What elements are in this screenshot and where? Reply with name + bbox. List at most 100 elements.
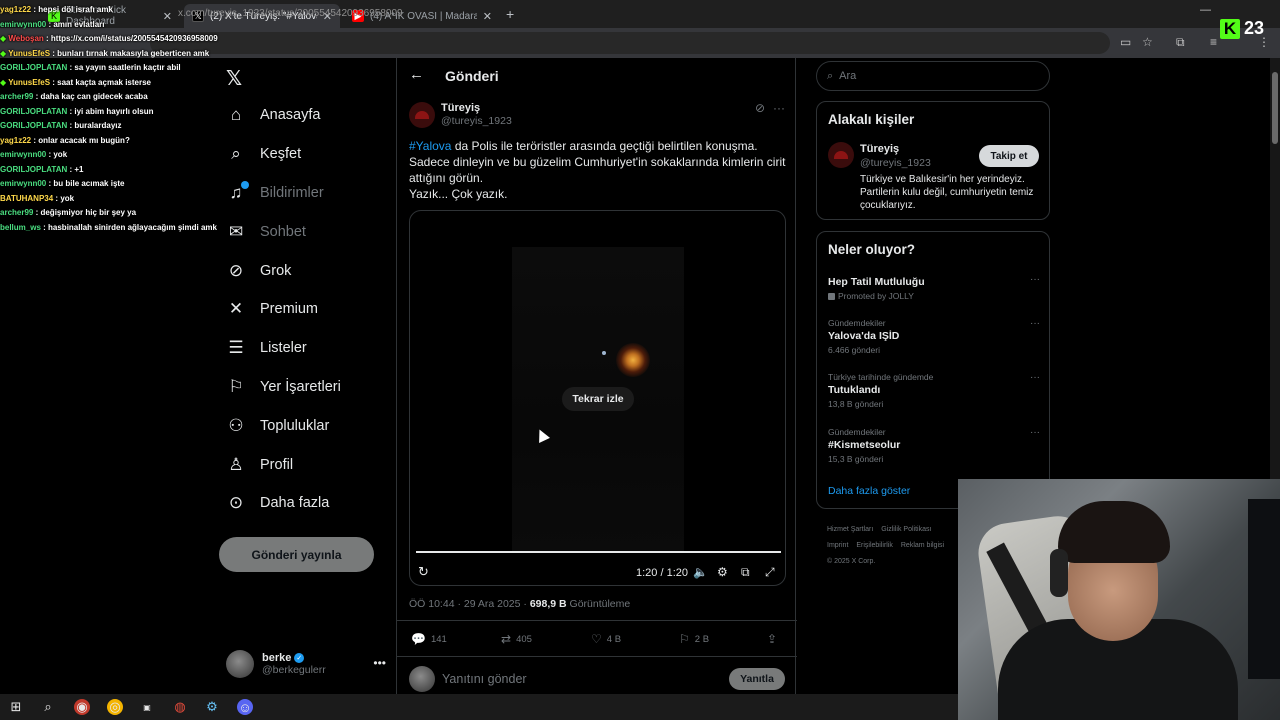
repost-icon: ⇄ [501, 632, 512, 646]
headset [1050, 549, 1068, 597]
video-progress-bar[interactable] [416, 551, 781, 553]
sidebar-item-communities[interactable]: ⚇ Topluluklar [224, 406, 394, 445]
steam-icon[interactable]: ⚙ [204, 699, 220, 715]
sidebar-item-premium[interactable]: ✕ Premium [224, 290, 394, 329]
footer-link[interactable]: Hizmet Şartları [827, 526, 873, 533]
follow-button[interactable]: Takip et [979, 145, 1039, 167]
settings-gear-icon[interactable]: ⚙ [717, 565, 728, 579]
windows-start-icon[interactable]: ⊞ [8, 699, 24, 715]
new-tab-button[interactable]: + [506, 6, 514, 22]
chat-username: YunusEfeS [8, 77, 51, 87]
tweet-time[interactable]: ÖÖ 10:44 · 29 Ara 2025 · [409, 598, 530, 610]
footer-link[interactable]: Gizlilik Politikası [881, 526, 931, 533]
avatar [409, 666, 435, 692]
tweet-author-handle[interactable]: @tureyis_1923 [441, 115, 512, 127]
trend-context: Türkiye tarihinde gündemde [828, 372, 934, 382]
trend-item[interactable]: Gündemdekiler #Kismetseolur 15,3 B gönde… [828, 427, 1040, 464]
related-avatar[interactable] [828, 142, 854, 168]
show-more-link[interactable]: Daha fazla göster [828, 485, 910, 497]
post-button[interactable]: Gönderi yayınla [219, 537, 374, 572]
heart-icon: ♡ [591, 632, 602, 646]
grok-icon[interactable]: ⊘ [755, 101, 765, 115]
bookmark-icon: ⚐ [228, 376, 244, 396]
related-handle[interactable]: @tureyis_1923 [860, 157, 931, 169]
more-dots-icon[interactable]: ··· [1030, 318, 1040, 329]
video-player[interactable]: Tekrar izle ↻ 1:20 / 1:20 🔈 ⚙ ⧉ ⤢ [409, 210, 786, 586]
chat-message: BATUHANP34 : yok [0, 192, 230, 207]
tweet-author-name[interactable]: Türeyiş [441, 102, 480, 114]
cast-icon[interactable]: ▭ [1120, 35, 1131, 49]
related-name[interactable]: Türeyiş [860, 143, 899, 155]
sidebar-item-home[interactable]: ⌂ Anasayfa [224, 96, 394, 135]
reply-button[interactable]: Yanıtla [729, 668, 785, 690]
obs-icon[interactable]: ◍ [172, 699, 188, 715]
bookmark-action[interactable]: ⚐ 2 B [679, 632, 709, 646]
trend-count: 6.466 gönderi [828, 345, 880, 355]
replay-icon[interactable]: ↻ [418, 564, 429, 580]
more-dots-icon[interactable]: ··· [1030, 274, 1040, 285]
sidebar-item-profile[interactable]: ♙ Profil [224, 445, 394, 484]
trend-title: #Kismetseolur [828, 439, 901, 451]
sidebar-item-bookmarks[interactable]: ⚐ Yer İşaretleri [224, 368, 394, 407]
sidebar-item-messages[interactable]: ✉ Sohbet [224, 212, 394, 251]
url-field[interactable] [150, 32, 1110, 54]
star-icon[interactable]: ☆ [1142, 35, 1153, 49]
more-dots-icon[interactable]: ··· [1030, 372, 1040, 383]
search-input[interactable]: ⌕ Ara [816, 61, 1050, 91]
more-dots-icon[interactable]: ··· [773, 101, 785, 115]
pip-icon[interactable]: ⧉ [741, 565, 750, 580]
sidebar-item-notifications[interactable]: ♫ Bildirimler [224, 174, 394, 213]
more-dots-icon[interactable]: ••• [373, 656, 386, 670]
extensions-icon[interactable]: ⧉ [1176, 35, 1185, 50]
sidebar-item-grok[interactable]: ⊘ Grok [224, 251, 394, 290]
hashtag-link[interactable]: #Yalova [409, 139, 451, 153]
scrollbar-thumb[interactable] [1272, 72, 1278, 144]
trend-context: Gündemdekiler [828, 427, 886, 437]
trend-item[interactable]: Gündemdekiler Yalova'da IŞİD 6.466 gönde… [828, 318, 1040, 355]
like-action[interactable]: ♡ 4 B [591, 632, 621, 646]
trend-title: Hep Tatil Mutluluğu [828, 276, 925, 288]
chat-username: GORILJOPLATAN [0, 106, 68, 116]
repost-count: 405 [516, 633, 532, 645]
footer-links: Hizmet Şartları Gizlilik Politikası Impr… [827, 522, 967, 570]
view-count: 698,9 B [529, 598, 567, 610]
more-dots-icon[interactable]: ··· [1030, 427, 1040, 438]
trend-item[interactable]: Türkiye tarihinde gündemde Tutuklandı 13… [828, 372, 1040, 409]
tweet-author-avatar[interactable] [409, 102, 435, 128]
avatar [226, 650, 254, 678]
chat-username: bellum_ws [0, 222, 41, 232]
minimize-icon[interactable]: — [1200, 4, 1211, 16]
chat-username: yag1z22 [0, 5, 32, 14]
replay-button[interactable]: Tekrar izle [562, 387, 634, 411]
sidebar-item-lists[interactable]: ☰ Listeler [224, 329, 394, 368]
app-icon[interactable]: ▣ [139, 699, 155, 715]
share-action[interactable]: ⇪ [767, 632, 777, 646]
volume-icon[interactable]: 🔈 [693, 565, 708, 579]
main-column: ← Gönderi Türeyiş @tureyis_1923 ⊘ ··· #Y… [396, 58, 797, 698]
app-icon[interactable]: ◉ [74, 699, 90, 715]
footer-link[interactable]: Imprint [827, 542, 848, 549]
chrome-icon[interactable]: ◎ [107, 699, 123, 715]
search-icon[interactable]: ⌕ [40, 699, 56, 715]
chat-username: archer99 [0, 208, 34, 217]
discord-icon[interactable]: ☺ [237, 699, 253, 715]
footer-link[interactable]: Reklam bilgisi [901, 542, 944, 549]
back-arrow-icon[interactable]: ← [409, 66, 424, 83]
avatar-emblem-icon [415, 111, 429, 119]
tweet-text-body: da Polis ile teröristler arasında geçtiğ… [409, 139, 786, 185]
video-light-spark [602, 351, 606, 355]
reply-action[interactable]: 💬 141 [411, 632, 447, 646]
repost-action[interactable]: ⇄ 405 [501, 632, 532, 646]
reply-input[interactable]: Yanıtını gönder [442, 672, 527, 686]
sidebar-item-explore[interactable]: ⌕ Keşfet [224, 135, 394, 174]
fullscreen-icon[interactable]: ⤢ [765, 565, 775, 580]
trend-title: Yalova'da IŞİD [828, 330, 900, 342]
x-premium-icon: ✕ [228, 299, 244, 319]
menu-icon[interactable]: ≡ [1210, 35, 1217, 49]
account-switcher[interactable]: berke ✓ @berkegulerr ••• [226, 648, 386, 680]
close-icon[interactable]: ✕ [483, 10, 492, 23]
footer-link[interactable]: Erişilebilirlik [856, 542, 893, 549]
trend-item[interactable]: Hep Tatil Mutluluğu Promoted by JOLLY ··… [828, 274, 1040, 301]
sidebar-item-more[interactable]: ⊙ Daha fazla [224, 484, 394, 523]
chat-username: emirwynn00 [0, 179, 47, 188]
